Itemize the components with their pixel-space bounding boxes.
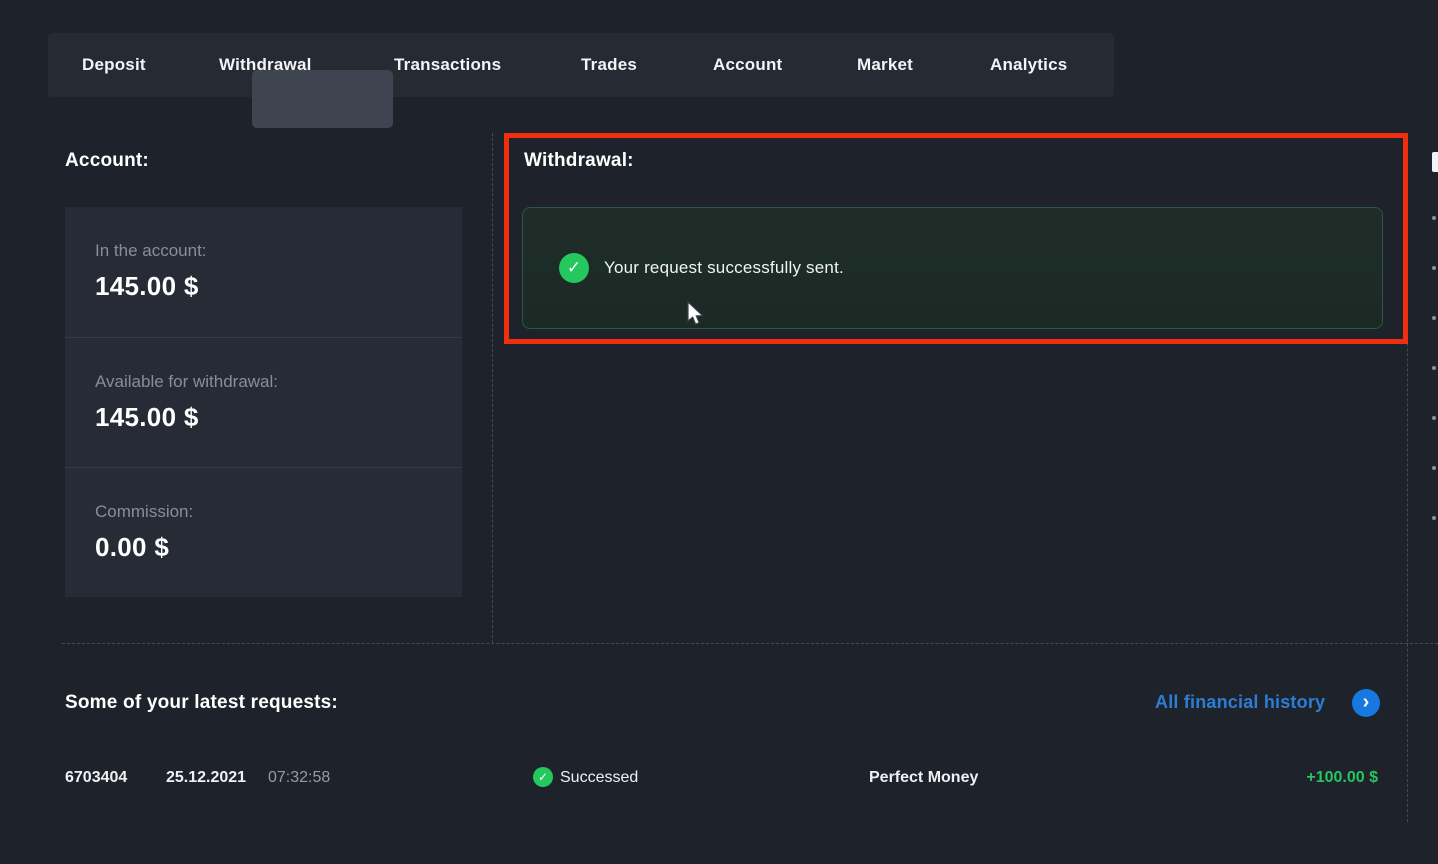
request-method: Perfect Money xyxy=(869,769,978,787)
request-amount: +100.00 $ xyxy=(1258,769,1378,787)
account-balance-card: In the account: 145.00 $ xyxy=(65,207,462,337)
commission-card: Commission: 0.00 $ xyxy=(65,467,462,597)
account-summary-panel: In the account: 145.00 $ Available for w… xyxy=(65,207,462,597)
tab-analytics[interactable]: Analytics xyxy=(990,33,1067,97)
request-status: Successed xyxy=(560,769,638,787)
tab-account[interactable]: Account xyxy=(713,33,782,97)
check-circle-icon: ✓ xyxy=(533,767,553,787)
commission-value: 0.00 $ xyxy=(95,532,462,563)
main-tab-bar: Deposit Withdrawal Transactions Trades A… xyxy=(48,33,1114,97)
account-heading: Account: xyxy=(65,150,149,172)
request-date: 25.12.2021 xyxy=(166,769,246,787)
column-divider-right xyxy=(1407,133,1408,822)
cutoff-heading-fragment xyxy=(1432,152,1438,172)
bullet-dot xyxy=(1432,516,1436,520)
success-message: Your request successfully sent. xyxy=(604,258,844,278)
available-withdrawal-card: Available for withdrawal: 145.00 $ xyxy=(65,337,462,467)
bullet-dot xyxy=(1432,266,1436,270)
tab-market[interactable]: Market xyxy=(857,33,913,97)
bullet-dot xyxy=(1432,366,1436,370)
latest-requests-heading: Some of your latest requests: xyxy=(65,692,338,714)
available-value: 145.00 $ xyxy=(95,402,462,433)
bullet-dot xyxy=(1432,466,1436,470)
withdrawal-success-alert: ✓ Your request successfully sent. xyxy=(522,207,1383,329)
tab-trades[interactable]: Trades xyxy=(581,33,637,97)
tab-deposit[interactable]: Deposit xyxy=(82,33,146,97)
column-divider-left xyxy=(492,133,493,643)
tab-transactions[interactable]: Transactions xyxy=(394,33,501,97)
commission-label: Commission: xyxy=(95,502,462,522)
request-id: 6703404 xyxy=(65,769,127,787)
balance-value: 145.00 $ xyxy=(95,271,462,302)
bullet-dot xyxy=(1432,416,1436,420)
available-label: Available for withdrawal: xyxy=(95,372,462,392)
check-circle-icon: ✓ xyxy=(559,253,589,283)
chevron-right-circle-icon[interactable]: › xyxy=(1352,689,1380,717)
withdrawal-heading: Withdrawal: xyxy=(524,150,634,172)
bullet-dot xyxy=(1432,316,1436,320)
balance-label: In the account: xyxy=(95,241,462,261)
request-time: 07:32:58 xyxy=(268,769,330,787)
request-row[interactable]: 6703404 25.12.2021 07:32:58 ✓ Successed … xyxy=(0,764,1438,794)
section-divider xyxy=(62,643,1438,644)
bullet-dot xyxy=(1432,216,1436,220)
tab-withdrawal[interactable]: Withdrawal xyxy=(219,33,312,97)
all-financial-history-link[interactable]: All financial history xyxy=(1155,692,1325,713)
